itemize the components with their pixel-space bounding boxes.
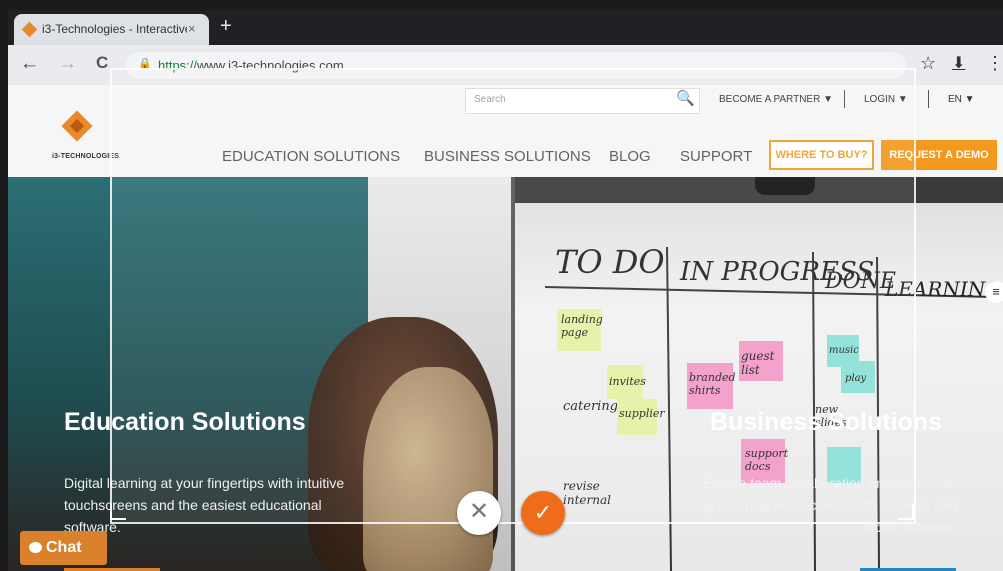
url-text: https://www.i3-technologies.com [158, 58, 344, 73]
reload-icon[interactable]: C [96, 53, 108, 73]
url-scheme: https:// [158, 58, 198, 73]
where-to-buy-button[interactable]: WHERE TO BUY? [769, 140, 874, 170]
whiteboard-todo: TO DO [555, 243, 665, 281]
site-header: i3-TECHNOLOGIES Search 🔍 BECOME A PARTNE… [8, 85, 1003, 177]
new-tab-button[interactable]: + [220, 15, 232, 38]
note-text: landing page [561, 313, 603, 339]
note-text: invites [609, 375, 646, 388]
divider [844, 90, 845, 108]
tab-title: i3-Technologies - Interactive [42, 22, 187, 36]
nav-support[interactable]: SUPPORT [680, 148, 752, 165]
education-desc-line: software. [64, 519, 121, 535]
selection-handle-bottom-left[interactable] [110, 504, 126, 520]
lock-icon: 🔒 [138, 58, 152, 70]
note-text: play [845, 373, 867, 384]
note-text: revise internal [563, 479, 611, 507]
education-desc-line: Digital learning at your fingertips with… [64, 475, 345, 491]
chat-button[interactable]: Chat [20, 531, 107, 565]
nav-blog[interactable]: BLOG [609, 148, 651, 165]
search-input[interactable]: Search [465, 88, 700, 114]
note-text: supplier [619, 407, 665, 420]
confirm-capture-button[interactable]: ✓ [521, 491, 565, 535]
note-text: branded shirts [689, 371, 736, 397]
back-arrow-icon[interactable]: ← [20, 53, 39, 75]
url-host: www.i3-technologies.com [197, 58, 344, 73]
side-menu-icon[interactable]: ≡ [985, 281, 1003, 303]
become-partner-link[interactable]: BECOME A PARTNER ▼ [719, 94, 833, 105]
education-hero-description: Digital learning at your fingertips with… [64, 472, 364, 538]
browser-toolbar: ← → C 🔒 https://www.i3-technologies.com … [8, 45, 1003, 85]
chat-bubble-icon [29, 542, 42, 553]
tab-active[interactable]: i3-Technologies - Interactive × [14, 14, 209, 45]
browser-menu-icon[interactable]: ⋮ [986, 53, 1003, 74]
business-desc-line: cloud software. [863, 519, 958, 535]
student-hair [363, 367, 493, 571]
bookmark-star-icon[interactable]: ☆ [920, 53, 936, 74]
note-text: catering [563, 399, 619, 414]
tab-bar: i3-Technologies - Interactive × + [8, 10, 1003, 45]
note-text: guest list [741, 349, 775, 377]
search-icon[interactable]: 🔍 [676, 89, 695, 107]
nav-education-solutions[interactable]: EDUCATION SOLUTIONS [222, 148, 400, 165]
forward-arrow-icon[interactable]: → [58, 53, 77, 75]
panel-divider [511, 177, 515, 571]
nav-business-solutions[interactable]: BUSINESS SOLUTIONS [424, 148, 591, 165]
browser-window: i3-Technologies - Interactive × + ← → C … [8, 10, 1003, 571]
tab-close-icon[interactable]: × [188, 21, 196, 36]
business-hero-title[interactable]: Business Solutions [710, 408, 942, 437]
address-bar[interactable]: 🔒 https://www.i3-technologies.com [126, 52, 906, 79]
business-desc-line: plug and play interactive touch displays… [687, 497, 958, 513]
i3-logo-icon[interactable] [61, 110, 93, 142]
cancel-capture-button[interactable]: ✕ [457, 491, 501, 535]
chat-label: Chat [46, 539, 82, 556]
logo-text[interactable]: i3-TECHNOLOGIES [52, 153, 119, 160]
divider [928, 90, 929, 108]
note-text: music [829, 345, 859, 356]
business-hero-description: Enable team collaboration anywhere with … [668, 472, 958, 538]
download-icon[interactable]: ⬇ [952, 53, 965, 73]
note-text: support docs [745, 447, 789, 473]
login-link[interactable]: LOGIN ▼ [864, 94, 908, 105]
request-demo-button[interactable]: REQUEST A DEMO [881, 140, 997, 170]
search-placeholder: Search [474, 94, 506, 105]
selection-handle-bottom-right[interactable] [898, 504, 914, 520]
education-hero-title[interactable]: Education Solutions [64, 408, 306, 437]
language-selector[interactable]: EN ▼ [948, 94, 975, 105]
site-favicon-icon [21, 21, 38, 38]
business-desc-line: Enable team collaboration anywhere with [702, 475, 958, 491]
education-desc-line: touchscreens and the easiest educational [64, 497, 322, 513]
